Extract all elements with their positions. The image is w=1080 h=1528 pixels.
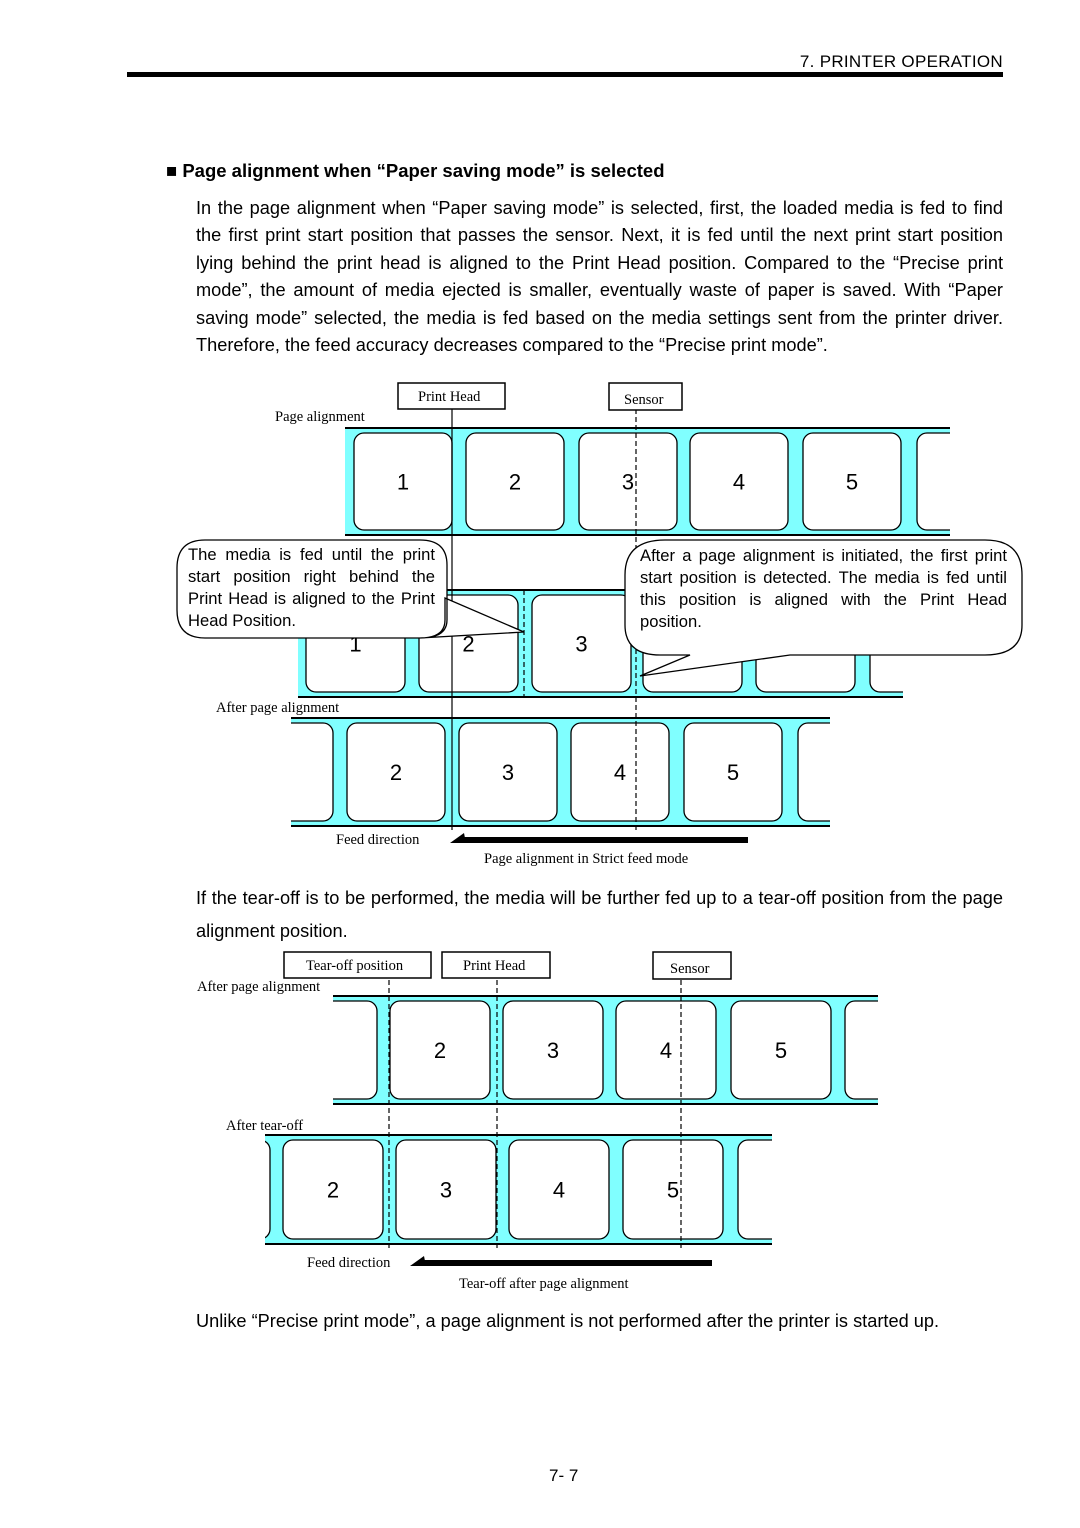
media-label	[916, 432, 950, 531]
label-number: 5	[667, 1178, 679, 1203]
strip-page-alignment: 1 2 3 4 5	[345, 427, 950, 536]
after-page-alignment-label: After page alignment	[216, 700, 340, 716]
strip-after-tearoff: 2 3 4 5	[265, 1134, 772, 1245]
strip-body: 2 3 4 5	[291, 718, 830, 826]
document-page: 7. PRINTER OPERATION ■ Page alignment wh…	[0, 0, 1080, 1528]
print-head-label-2: Print Head	[463, 958, 526, 974]
label-number: 2	[434, 1038, 446, 1063]
feed-direction-label-2: Feed direction	[307, 1255, 391, 1271]
label-number: 4	[614, 760, 626, 785]
feed-direction-arrow-2-shaft	[422, 1260, 712, 1266]
sensor-label-2: Sensor	[670, 961, 710, 977]
label-number: 3	[622, 470, 634, 495]
label-number: 5	[727, 760, 739, 785]
feed-direction-arrow-head	[450, 833, 466, 843]
label-number: 4	[660, 1038, 672, 1063]
media-label	[291, 722, 334, 822]
media-label	[265, 1140, 271, 1239]
label-number: 2	[390, 760, 402, 785]
media-label	[844, 1000, 878, 1100]
after-tearoff-label: After tear-off	[226, 1118, 304, 1134]
strip-body: 2 3 4 5	[333, 996, 878, 1104]
diagram2-caption: Tear-off after page alignment	[459, 1276, 629, 1292]
feed-direction-label: Feed direction	[336, 832, 420, 848]
strip-after-page-alignment-2: 2 3 4 5	[333, 995, 878, 1105]
media-label	[797, 722, 830, 822]
label-number: 3	[502, 760, 514, 785]
label-number: 4	[553, 1178, 565, 1203]
label-number: 2	[327, 1178, 339, 1203]
media-label	[333, 1000, 378, 1100]
print-head-label: Print Head	[418, 389, 481, 405]
label-number: 4	[733, 470, 745, 495]
page-number: 7- 7	[549, 1466, 579, 1485]
label-number: 2	[509, 470, 521, 495]
strip-body: 1 2 3 4 5	[345, 428, 950, 535]
feed-direction-arrow-2-head	[410, 1256, 426, 1266]
tearoff-paragraph: If the tear-off is to be performed, the …	[196, 888, 1003, 941]
after-page-alignment-label-2: After page alignment	[197, 979, 321, 995]
media-label	[737, 1139, 772, 1240]
label-number: 3	[440, 1178, 452, 1203]
label-number: 5	[846, 470, 858, 495]
tearoff-position-label: Tear-off position	[306, 958, 404, 974]
label-number: 5	[775, 1038, 787, 1063]
callout-left-text: The media is fed until the print start p…	[188, 545, 435, 630]
strip-body: 2 3 4 5	[265, 1135, 772, 1244]
label-number: 3	[547, 1038, 559, 1063]
page-alignment-label: Page alignment	[275, 409, 365, 425]
sensor-label: Sensor	[624, 392, 664, 408]
diagram1-caption: Page alignment in Strict feed mode	[484, 851, 689, 867]
feed-direction-arrow-shaft	[462, 837, 748, 843]
closing-paragraph: Unlike “Precise print mode”, a page alig…	[196, 1311, 940, 1331]
label-number: 3	[575, 632, 587, 657]
label-number: 1	[397, 470, 409, 495]
media-feed-diagrams: 1 2 3 4 51 2 32 3 4 52 3 4 52 3 4 5	[176, 382, 1023, 1266]
strip-after-page-alignment: 2 3 4 5	[291, 717, 830, 827]
callout-right-text: After a page alignment is initiated, the…	[640, 546, 1007, 631]
